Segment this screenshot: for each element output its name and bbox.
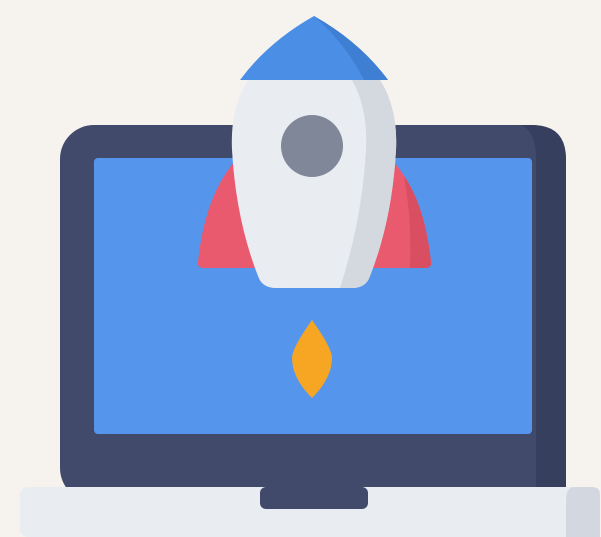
illustration-canvas [0, 0, 601, 537]
laptop-rocket-illustration [20, 16, 600, 537]
laptop-base-shadow [566, 487, 600, 537]
rocket-window [281, 115, 343, 177]
laptop-hinge-notch [260, 487, 368, 509]
